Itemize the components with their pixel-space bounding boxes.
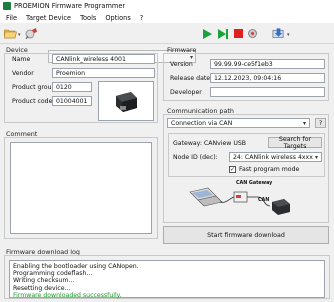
log-line: Enabling the bootloader using CANopen. [13,263,139,270]
settings-icon[interactable] [246,27,259,40]
help-button[interactable]: ? [315,118,326,128]
chevron-down-icon[interactable]: ▾ [18,32,21,38]
developer-field[interactable] [210,87,325,97]
version-field[interactable]: 99.99.99-ce5f1eb3 [210,59,325,69]
comm-path-value: Connection via CAN [171,120,233,127]
play-step-icon[interactable] [216,27,229,40]
release-date-label: Release date [170,75,211,82]
connection-diagram [189,187,290,215]
play-icon[interactable] [201,27,214,40]
laptop-icon [189,187,223,207]
can-label: CAN [258,198,270,203]
developer-label: Developer [170,89,202,96]
download-icon[interactable] [272,27,285,40]
menu-bar: File Target Device Tools Options ? [0,12,334,23]
start-download-button[interactable]: Start firmware download [163,226,329,244]
title-bar: PROEMION Firmware Programmer [0,0,334,12]
can-gateway-icon [233,191,248,203]
app-icon [3,2,11,10]
version-label: Version [170,61,193,68]
node-id-label: Node ID (dec): [173,154,218,161]
comment-textarea[interactable] [10,142,152,234]
menu-tools[interactable]: Tools [80,14,96,22]
product-group-label: Product group [12,84,56,91]
chevron-down-icon[interactable]: ▾ [287,32,290,38]
product-group-field[interactable]: 0120 [52,82,92,92]
menu-help[interactable]: ? [140,14,144,22]
release-date-field[interactable]: 12.12.2023, 09:04:16 [210,73,325,83]
product-code-field[interactable]: 01004001 [52,96,92,106]
comm-path-select[interactable]: Connection via CAN ▾ [167,118,310,128]
fast-mode-label: Fast program mode [239,166,300,173]
name-field[interactable]: CANlink_wireless 4001 [52,54,155,64]
fast-mode-checkbox[interactable]: ✓ [229,166,236,173]
vendor-label: Vendor [12,70,34,77]
stop-icon[interactable] [232,27,245,40]
log-textarea[interactable]: Enabling the bootloader using CANopen. P… [9,260,325,299]
node-id-select[interactable]: 24: CANlink wireless 4xxx ▾ [229,152,322,162]
vendor-field[interactable]: Proemion [52,68,155,78]
search-targets-button[interactable]: Search for Targets [268,136,322,150]
connect-icon[interactable] [25,27,38,40]
log-line: Resetting device... [13,284,71,292]
chevron-down-icon: ▾ [314,154,318,161]
device-image [98,81,154,121]
open-folder-icon[interactable] [4,27,17,40]
chevron-down-icon: ▾ [302,120,306,127]
target-device-icon [272,199,290,215]
can-gateway-label: CAN Gateway [236,181,273,186]
gateway-text: Gateway: CANview USB [173,140,247,147]
name-label: Name [12,56,31,63]
menu-file[interactable]: File [6,14,17,22]
toolbar: ▾ ▾ ▾ [0,23,334,63]
log-line: Writing checksum... [13,277,75,285]
log-line-success: Firmware downloaded successfully. [13,291,122,299]
node-id-value: 24: CANlink wireless 4xxx [233,154,313,161]
log-line: Programming codeflash... [13,270,93,278]
menu-options[interactable]: Options [105,14,130,22]
product-code-label: Product code [12,98,53,105]
window-title: PROEMION Firmware Programmer [14,2,126,10]
menu-target-device[interactable]: Target Device [26,14,71,22]
